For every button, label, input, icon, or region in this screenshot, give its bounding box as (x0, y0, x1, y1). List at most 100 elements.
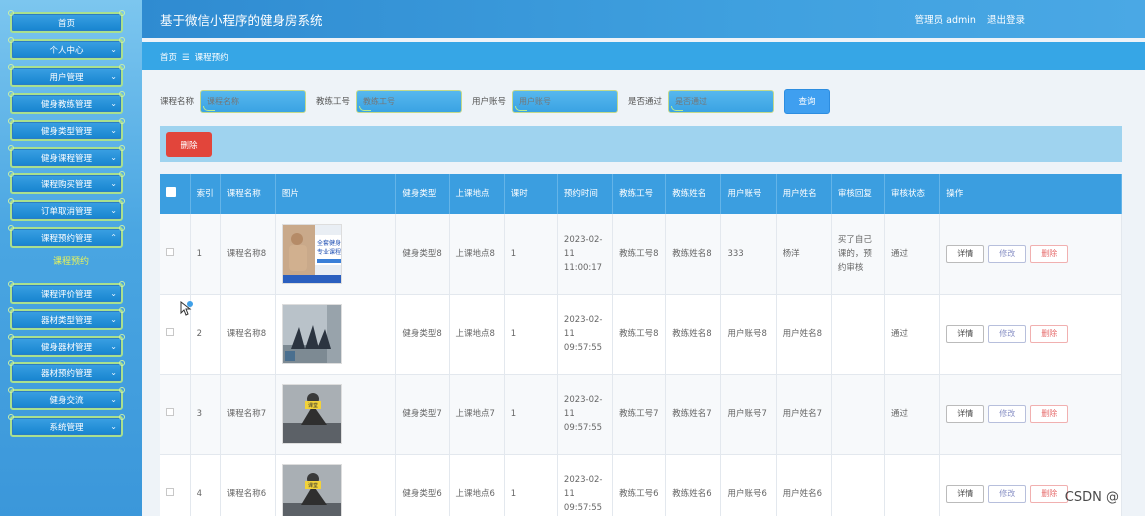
detail-button[interactable]: 详情 (946, 405, 985, 423)
column-header: 图片 (275, 174, 397, 214)
action-toolbar: 删除 (160, 126, 1122, 162)
cell-user-account: 用户账号6 (720, 454, 777, 516)
sidebar-item-system[interactable]: 系统管理 ⌄ (8, 414, 125, 437)
delete-button[interactable]: 删除 (1030, 244, 1069, 263)
sidebar-item-equipment-types[interactable]: 器材类型管理 ⌄ (8, 307, 125, 330)
sidebar-item-equipment-booking[interactable]: 器材预约管理 ⌄ (8, 360, 125, 383)
coach-no-field (356, 89, 463, 113)
app-title: 基于微信小程序的健身房系统 (160, 13, 323, 28)
course-name-input[interactable] (201, 90, 306, 112)
sidebar-item-course-review[interactable]: 课程评价管理 ⌄ (8, 281, 125, 304)
column-header: 预约时间 (557, 174, 614, 214)
select-all-checkbox[interactable] (166, 186, 176, 197)
sidebar-item-label: 课程预约管理 (40, 233, 92, 244)
cell-index: 4 (190, 454, 221, 516)
sidebar-item-order-cancel[interactable]: 订单取消管理 ⌄ (8, 198, 125, 221)
cell-type: 健身类型8 (395, 294, 450, 375)
sidebar-item-users[interactable]: 用户管理 ⌄ (8, 64, 125, 87)
sidebar-item-label: 系统管理 (49, 422, 84, 433)
select-all-header[interactable] (160, 174, 191, 214)
cell-user-name: 用户姓名7 (776, 374, 832, 455)
edit-button[interactable]: 修改 (988, 244, 1027, 263)
sidebar-item-fitness-types[interactable]: 健身类型管理 ⌄ (8, 118, 125, 141)
cell-course: 课程名称7 (220, 374, 276, 455)
delete-button[interactable]: 删除 (1030, 325, 1069, 343)
detail-button[interactable]: 详情 (946, 244, 985, 263)
cell-coach-no: 教练工号8 (612, 294, 667, 375)
course-image[interactable]: 课堂 (281, 384, 342, 444)
cell-user-account: 用户账号7 (720, 374, 777, 455)
svg-text:全套健身: 全套健身 (317, 239, 341, 247)
cell-user-account: 333 (720, 214, 777, 295)
detail-button[interactable]: 详情 (946, 485, 985, 503)
sidebar-item-coaches[interactable]: 健身教练管理 ⌄ (8, 91, 125, 114)
row-checkbox[interactable] (166, 247, 174, 256)
chevron-down-icon: ⌄ (110, 206, 117, 215)
user-area: 管理员 admin 退出登录 (907, 12, 1025, 26)
approved-input[interactable] (669, 90, 774, 112)
chevron-down-icon: ⌄ (110, 45, 117, 54)
column-header: 课时 (504, 174, 558, 214)
chevron-down-icon: ⌄ (110, 422, 117, 431)
course-image[interactable]: 课堂 (281, 464, 342, 516)
user-account-label: 用户账号 (472, 97, 507, 107)
table-row: 1 课程名称8 全套健身 专业课程 健身类型8 上课地点8 1 2023-02-… (160, 214, 1122, 295)
row-checkbox[interactable] (166, 408, 174, 416)
column-header: 操作 (939, 174, 1122, 214)
sidebar-item-label: 健身课程管理 (40, 153, 92, 164)
sidebar-subitem-course-booking[interactable]: 课程预约 (0, 254, 142, 267)
table-header-row: 索引 课程名称 图片 健身类型 上课地点 课时 预约时间 教练工号 教练姓名 用… (160, 174, 1122, 214)
cell-actions: 详情 修改 删除 (939, 374, 1122, 455)
cell-status: 通过 (884, 374, 941, 455)
approved-field (668, 89, 775, 113)
delete-button[interactable]: 删除 (1030, 405, 1069, 423)
delete-button[interactable]: 删除 (1030, 485, 1069, 503)
cell-hours: 1 (504, 374, 558, 455)
user-account-input[interactable] (513, 90, 618, 112)
edit-button[interactable]: 修改 (988, 485, 1027, 503)
sidebar-item-label: 课程购买管理 (40, 179, 92, 190)
cell-user-name: 用户姓名6 (776, 454, 832, 516)
sidebar-item-course-purchase[interactable]: 课程购买管理 ⌄ (8, 171, 125, 194)
cell-reply (831, 374, 886, 455)
cell-image (275, 294, 397, 375)
sidebar-item-course-booking[interactable]: 课程预约管理 ⌃ (8, 225, 125, 248)
sidebar-item-label: 健身类型管理 (40, 126, 92, 137)
breadcrumb-home[interactable]: 首页 (160, 53, 177, 63)
cell-course: 课程名称8 (220, 294, 276, 375)
course-image[interactable]: 全套健身 专业课程 (281, 223, 342, 284)
cell-type: 健身类型6 (395, 454, 450, 516)
logout-link[interactable]: 退出登录 (987, 15, 1025, 26)
cell-hours: 1 (504, 294, 558, 375)
sidebar-item-home[interactable]: 首页 (8, 10, 125, 33)
table-row: 2 课程名称8 健身类型8 上课地点8 1 2023-02-11 09:57:5… (160, 294, 1122, 375)
row-checkbox[interactable] (166, 488, 174, 496)
sidebar-item-forum[interactable]: 健身交流 ⌄ (8, 387, 125, 410)
chevron-down-icon: ⌄ (110, 395, 117, 404)
cell-index: 3 (190, 374, 221, 455)
query-button[interactable]: 查询 (784, 88, 831, 114)
cell-user-account: 用户账号8 (720, 294, 777, 375)
cell-time: 2023-02-11 09:57:55 (557, 294, 614, 375)
sidebar-item-label: 器材类型管理 (40, 315, 92, 326)
cell-place: 上课地点8 (449, 214, 505, 295)
cell-time: 2023-02-11 09:57:55 (557, 374, 614, 455)
row-checkbox[interactable] (166, 328, 174, 336)
sidebar-item-equipment[interactable]: 健身器材管理 ⌄ (8, 334, 125, 357)
edit-button[interactable]: 修改 (988, 405, 1027, 423)
cell-type: 健身类型8 (395, 214, 450, 295)
detail-button[interactable]: 详情 (946, 325, 985, 343)
sidebar-item-profile[interactable]: 个人中心 ⌄ (8, 37, 125, 60)
coach-no-input[interactable] (357, 90, 462, 112)
watermark: CSDN @ (1064, 490, 1119, 505)
course-image[interactable] (281, 304, 342, 364)
breadcrumb: 首页 ☰ 课程预约 (142, 42, 1145, 70)
column-header: 教练工号 (612, 174, 667, 214)
cell-image: 全套健身 专业课程 (275, 214, 397, 295)
batch-delete-button[interactable]: 删除 (166, 132, 212, 157)
chevron-down-icon: ⌄ (110, 368, 117, 377)
cell-index: 1 (190, 214, 221, 295)
edit-button[interactable]: 修改 (988, 325, 1027, 343)
sidebar-item-courses[interactable]: 健身课程管理 ⌄ (8, 145, 125, 168)
cell-status (884, 454, 941, 516)
